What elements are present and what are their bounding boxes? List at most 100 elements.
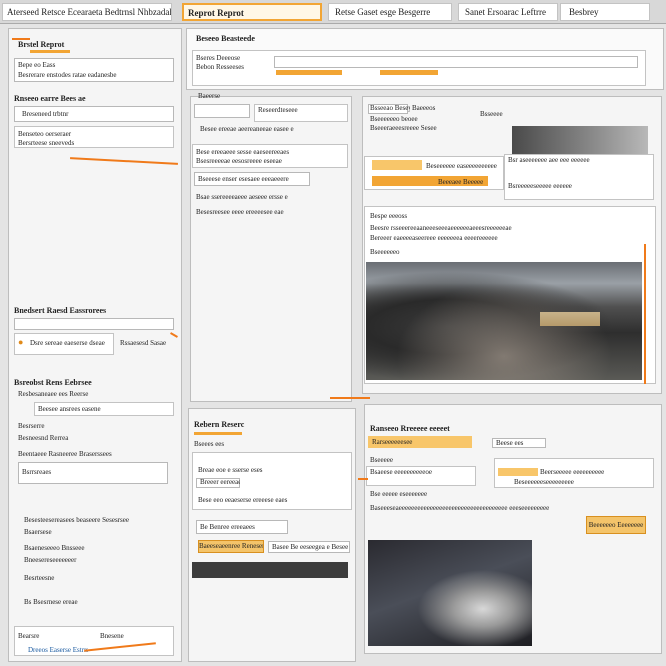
left-section6-line3[interactable]: Dreeos Easerse Estrrs bbox=[28, 646, 88, 655]
middle-field-label: Baeerse bbox=[198, 92, 221, 100]
middle-s5: Be Benree ereeaees bbox=[200, 523, 255, 531]
left-section1-line1: Bepe eo Eass bbox=[18, 61, 56, 69]
middle-search-input[interactable] bbox=[274, 56, 638, 68]
right-lower-l3: Bse eeeee eseeeeeee bbox=[370, 490, 428, 498]
right-card-tag-1 bbox=[372, 160, 422, 170]
right-lower-title: Ranseeo Rreeeee eeeeet bbox=[370, 424, 450, 433]
middle-secondary-button[interactable]: Basee Be eeseegea e Besee bbox=[268, 541, 350, 553]
right-lower-card-tag bbox=[498, 468, 538, 476]
tab-sub-label: Sanet Ersoarac Leftrre bbox=[465, 7, 546, 17]
left-section4-line5: Beentaeee Rasneeree Braserssees bbox=[18, 450, 112, 458]
right-line3: Bsseeee bbox=[480, 110, 503, 118]
right-card-line2: Beseeeeee easeeeeeeeeee bbox=[426, 162, 497, 170]
tab-search[interactable]: Retse Gaset esge Besgerre bbox=[328, 3, 452, 21]
tab-history[interactable]: Besbrey bbox=[560, 3, 650, 21]
middle-progress-1 bbox=[276, 70, 342, 75]
left-section4-line2: Beesee ansrees easene bbox=[38, 405, 101, 413]
right-desc1: Beesre rsseeereeaaneeeseeeaeeeeeeaeeesre… bbox=[370, 224, 512, 232]
right-lower-btn-label: Beeeeeeo Eeeeeeee bbox=[588, 521, 644, 529]
left-section6-line2: Bnesene bbox=[100, 632, 124, 640]
middle-box1-line2: Bebon Resseeses bbox=[196, 63, 245, 71]
middle-btn1-label: Baeeseaeenree Renesene bbox=[199, 542, 264, 550]
left-section5-line1: Besesteesereasees beaseere Sesesrsee bbox=[24, 516, 129, 524]
left-section5-line2: Bsaersese bbox=[24, 528, 52, 536]
middle-r4: Bsesreeeeae eesosreeee eseeae bbox=[196, 157, 282, 165]
right-field1-text: Bsseeao Besey bbox=[370, 104, 410, 112]
left-arrow-1 bbox=[12, 38, 30, 40]
right-card-btn[interactable]: Beeeaee Beeeee bbox=[438, 178, 488, 187]
left-section2-title: Rnseeo earre Bees ae bbox=[14, 94, 86, 103]
right-lower-card1: Beerseeeee eeeeeeeeee bbox=[540, 468, 605, 476]
left-section1-line2: Besrerare enstodes ratae eadanesbe bbox=[18, 71, 117, 79]
tab-report-label: Reprot Reprot bbox=[188, 8, 244, 18]
middle-field-input[interactable] bbox=[194, 104, 250, 118]
middle-left-panel bbox=[190, 96, 352, 402]
right-desc2: Bereeer eaeeeeaseereee eeeeeeea eeeereee… bbox=[370, 234, 498, 242]
left-section4-line1: Resbesaneaee ees Reerse bbox=[18, 390, 89, 398]
left-section4-line6: Bsrrsreaes bbox=[22, 468, 52, 476]
left-section5-line4: Bneesereseeeeeeer bbox=[24, 556, 77, 564]
right-card-line1: Bsr aseeeeeee aee eee eeeeee bbox=[508, 156, 590, 164]
right-lower-tag: Rarseeeeeesee bbox=[372, 438, 413, 446]
left-section2-line3: Bersrteese sneeveds bbox=[18, 139, 75, 147]
right-card-sub: Bespe eeeoss bbox=[370, 212, 408, 220]
right-lower-card2: Beseeeeeeseeeeeeeee bbox=[514, 478, 574, 486]
middle-btn2-label: Basee Be eeseegea e Besee bbox=[272, 543, 349, 551]
middle-r7: Besesreesee eeee ereeeesee eae bbox=[196, 208, 284, 216]
middle-header: Beseeo Beasteede bbox=[196, 34, 255, 43]
warning-icon: ● bbox=[18, 337, 24, 347]
right-desc3: Bseeeeeeo bbox=[370, 248, 400, 256]
right-lower-desc: Baseeeseaeeeeeeeeeeeeeeeeeeeeeeeeeeeeeee… bbox=[370, 504, 550, 512]
right-arrow-2 bbox=[358, 478, 368, 480]
left-section3-line1: Dsre sereae eaeserse dseae bbox=[30, 339, 105, 347]
right-top-image bbox=[512, 126, 648, 154]
left-section1-title: Brstel Reprot bbox=[18, 40, 65, 49]
left-section5-line3: Bsaeneseeeo Bnsseee bbox=[24, 544, 85, 552]
right-lower-tag2[interactable]: Beese ees bbox=[492, 438, 546, 448]
middle-r3: Bese ereeaeee sesse eaeseereeaes bbox=[196, 148, 290, 156]
middle-r6: Bsae ssereeeeaeee aeseee ersse e bbox=[196, 193, 288, 201]
left-section4-title: Bsreobst Rens Eebrsee bbox=[14, 378, 92, 387]
left-section5-line5: Besrteesne bbox=[24, 574, 55, 582]
middle-r2: Besee ereeae aeereaneeae easee e bbox=[200, 125, 294, 133]
right-arrow-1 bbox=[644, 244, 646, 384]
tab-history-label: Besbrey bbox=[569, 7, 599, 17]
right-card-line3: Bsreeeeeseeeee eeeeee bbox=[508, 182, 572, 190]
left-section5-line6: Bs Bsesrnese ereae bbox=[24, 598, 78, 606]
tab-main[interactable]: Aterseed Retsce Ecearaeta Bedtrnsl Nhbza… bbox=[2, 3, 172, 21]
left-section6-line1: Bearsre bbox=[18, 632, 40, 640]
middle-section-underline bbox=[194, 432, 242, 435]
right-lower-button[interactable]: Beeeeeeo Eeeeeeee bbox=[586, 516, 646, 534]
left-input-3[interactable] bbox=[14, 318, 174, 330]
middle-r5: Bseeese enser esesaee eeeaeeere bbox=[198, 175, 289, 183]
right-lower-l2: Bsaeese eeeeeeeeeeoe bbox=[370, 468, 432, 476]
middle-progress-2 bbox=[380, 70, 438, 75]
tab-main-label: Aterseed Retsce Ecearaeta Bedtrnsl Nhbza… bbox=[7, 7, 172, 17]
middle-s2: Breeer eereeaea bbox=[200, 478, 240, 486]
left-section3-title: Bnedsert Raesd Eassrorees bbox=[14, 306, 107, 315]
left-section2-line1: Breseneed trbtnr bbox=[22, 110, 69, 118]
middle-s4: Bese eeo eeaeserse ereeese eaes bbox=[198, 496, 288, 504]
middle-box1-line1: Bseres Deeeose bbox=[196, 54, 241, 62]
middle-r1: Reseerdteseee bbox=[258, 106, 298, 114]
right-lower-photo bbox=[368, 540, 532, 646]
left-section2-line2: Benseteo oerseraer bbox=[18, 130, 72, 138]
right-main-photo bbox=[366, 262, 642, 380]
right-lower-l1: Bseeeee bbox=[370, 456, 393, 464]
middle-section-title: Rebern Reserc bbox=[194, 420, 245, 429]
right-line2: Bseeeraeeesreeee Sesee bbox=[370, 124, 437, 132]
middle-s3: Bseees ees bbox=[194, 440, 225, 448]
middle-arrow bbox=[330, 397, 370, 399]
photo-desk bbox=[540, 312, 600, 326]
tab-report[interactable]: Reprot Reprot bbox=[182, 3, 322, 21]
middle-primary-button[interactable]: Baeeseaeenree Renesene bbox=[198, 540, 264, 553]
middle-dark-bar bbox=[192, 562, 348, 578]
tab-search-label: Retse Gaset esge Besgerre bbox=[335, 7, 431, 17]
left-underline bbox=[30, 50, 70, 53]
left-section4-line3: Besrserre bbox=[18, 422, 45, 430]
middle-s1: Breae eoe e sserse eses bbox=[198, 466, 263, 474]
tab-sub[interactable]: Sanet Ersoarac Leftrre bbox=[458, 3, 558, 21]
right-line1: Bseeeeeeo beoee bbox=[370, 115, 418, 123]
left-section3-line2: Rssaesesd Sasae bbox=[120, 339, 167, 347]
left-section4-line4: Besneesnd Rerrea bbox=[18, 434, 69, 442]
